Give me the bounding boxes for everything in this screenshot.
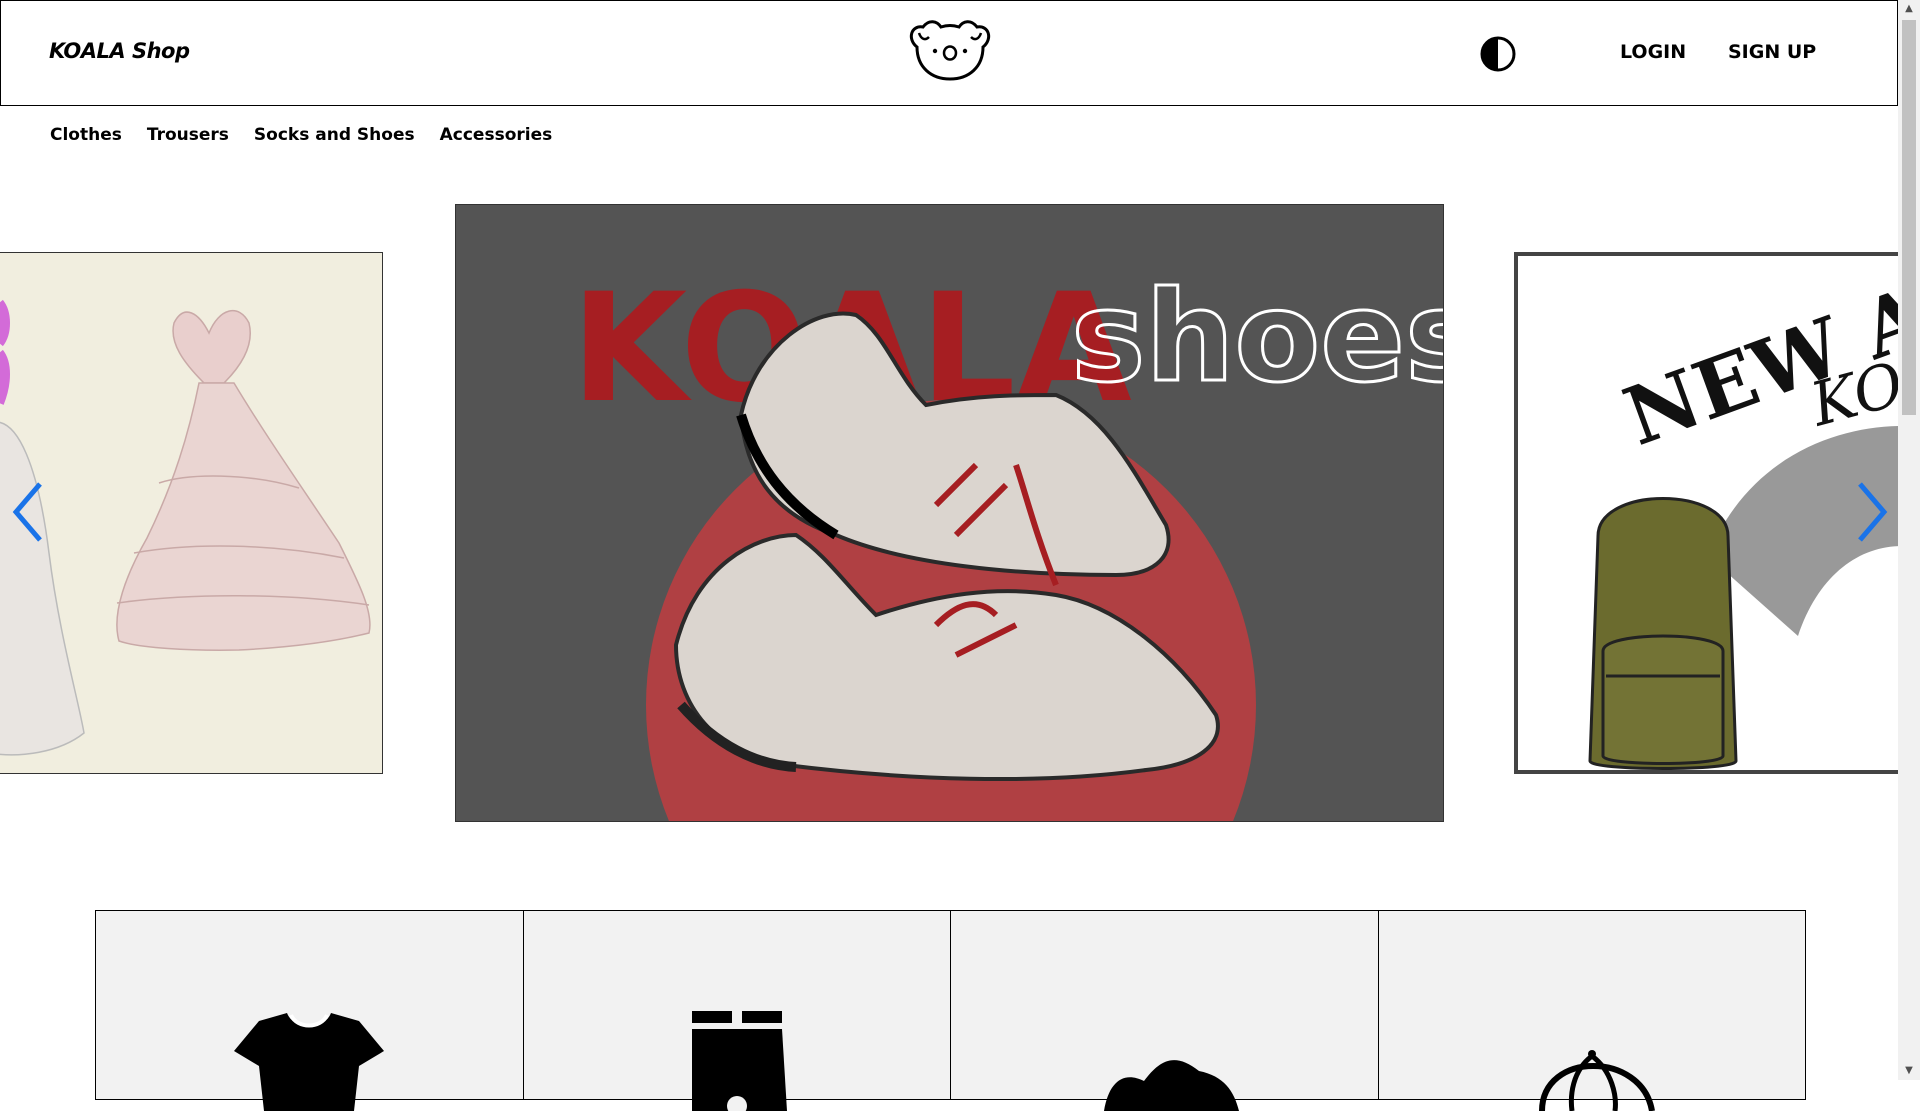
category-tile-shoes[interactable] <box>951 911 1379 1111</box>
chevron-right-icon[interactable] <box>1850 480 1890 544</box>
category-grid <box>95 910 1806 1111</box>
koala-shoes-banner: KOALA shoes <box>456 205 1444 821</box>
cap-icon <box>1538 1050 1655 1111</box>
category-tile-trousers[interactable] <box>523 911 951 1111</box>
category-tile-accessories[interactable] <box>1378 911 1805 1111</box>
category-nav: Clothes Trousers Socks and Shoes Accesso… <box>50 125 552 145</box>
contrast-icon[interactable] <box>1479 35 1517 73</box>
scroll-up-arrow-icon[interactable]: ▲ <box>1898 0 1920 18</box>
scrollbar-thumb[interactable] <box>1902 20 1916 415</box>
category-tile-clothes[interactable] <box>96 911 524 1111</box>
carousel-slide-koala-shoes[interactable]: KOALA shoes <box>455 204 1444 822</box>
chevron-left-icon[interactable] <box>10 480 50 544</box>
dress-illustration <box>0 299 371 756</box>
shorts-icon <box>691 1011 787 1111</box>
login-link[interactable]: LOGIN <box>1620 41 1686 63</box>
nav-accessories[interactable]: Accessories <box>440 125 553 145</box>
site-header: KOALA Shop LOGIN SIGN UP <box>0 0 1898 106</box>
tshirt-icon <box>234 1013 385 1111</box>
koala-logo-icon[interactable] <box>905 17 995 83</box>
banner-word-shoes: shoes <box>1071 265 1444 410</box>
nav-trousers[interactable]: Trousers <box>147 125 229 145</box>
page-scrollbar[interactable]: ▲ ▼ <box>1898 0 1920 1080</box>
shoe-icon <box>1104 1060 1240 1111</box>
carousel-slide-dresses[interactable] <box>0 252 383 774</box>
carousel-slide-new-arrivals[interactable]: NEW A KO <box>1514 252 1898 774</box>
nav-clothes[interactable]: Clothes <box>50 125 122 145</box>
backpack-banner: NEW A KO <box>1588 268 1898 770</box>
scroll-down-arrow-icon[interactable]: ▼ <box>1898 1062 1920 1080</box>
signup-link[interactable]: SIGN UP <box>1728 41 1816 63</box>
nav-socks-and-shoes[interactable]: Socks and Shoes <box>254 125 415 145</box>
brand-name[interactable]: KOALA Shop <box>49 39 190 63</box>
